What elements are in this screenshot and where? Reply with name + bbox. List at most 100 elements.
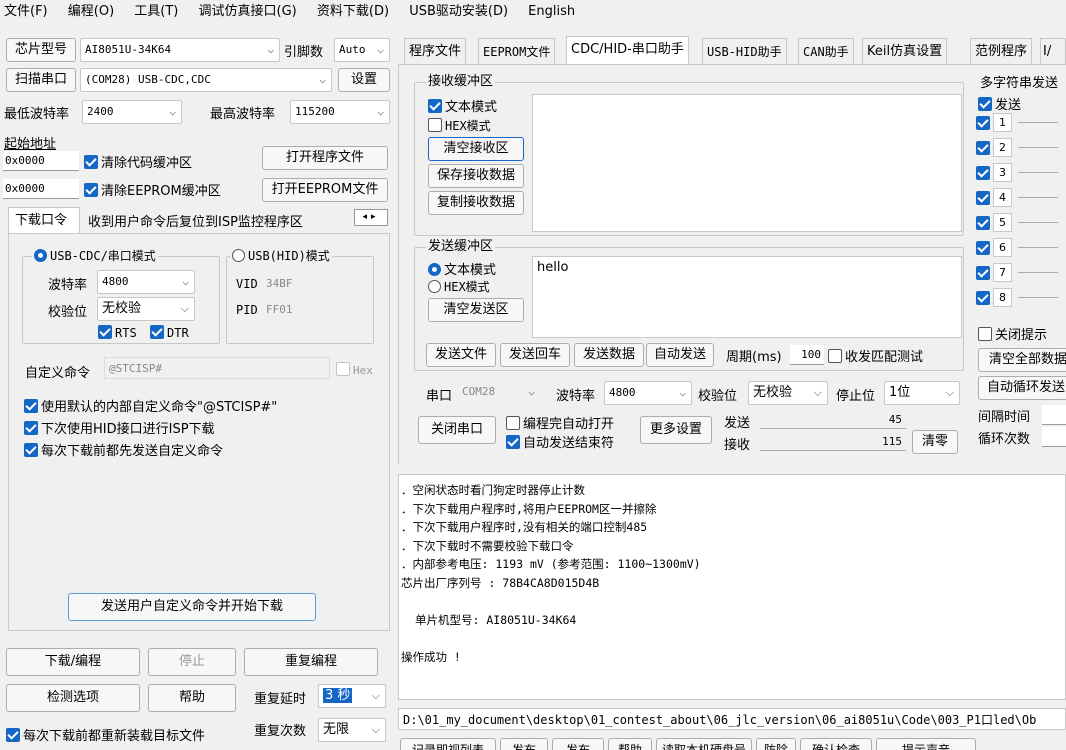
chip-model-select[interactable]: AI8051U-34K64 ⌵ — [80, 38, 280, 62]
clear-code-option[interactable]: 清除代码缓冲区 — [84, 152, 192, 171]
menu-english[interactable]: English — [528, 4, 575, 19]
multi-row-input[interactable] — [1018, 297, 1058, 298]
send-textarea[interactable]: hello — [532, 256, 962, 338]
clear-eeprom-checkbox[interactable] — [84, 183, 98, 197]
multi-row-input[interactable] — [1018, 122, 1058, 123]
close-tip-checkbox[interactable] — [978, 327, 992, 341]
serial-port-select[interactable]: COM28 ⌵ — [458, 381, 540, 405]
port-select[interactable]: (COM28) USB-CDC,CDC ⌵ — [80, 68, 332, 92]
multi-row-send-button[interactable]: 4 — [993, 188, 1012, 207]
bottom-bar-button[interactable]: 确认检查 — [800, 738, 872, 750]
multi-row-checkbox[interactable] — [976, 290, 990, 305]
menu-file[interactable]: 文件(F) — [4, 4, 48, 19]
recv-text-mode-option[interactable]: 文本模式 — [428, 96, 497, 115]
auto-send-button[interactable]: 自动发送 — [646, 343, 714, 367]
hex-option[interactable]: Hex — [336, 362, 373, 377]
multi-row-input[interactable] — [1018, 147, 1058, 148]
settings-button[interactable]: 设置 — [338, 68, 390, 92]
multi-row-checkbox[interactable] — [976, 265, 990, 280]
serial-baud-select[interactable]: 4800 ⌵ — [604, 381, 692, 405]
multi-row-send-button[interactable]: 7 — [993, 263, 1012, 282]
send-custom-command-button[interactable]: 发送用户自定义命令并开始下载 — [68, 593, 316, 621]
tab-can[interactable]: CAN助手 — [798, 38, 854, 64]
send-enter-button[interactable]: 发送回车 — [500, 343, 570, 367]
clear-code-checkbox[interactable] — [84, 155, 98, 169]
recv-hex-mode-option[interactable]: HEX模式 — [428, 117, 491, 134]
tab-cdc-hid-serial[interactable]: CDC/HID-串口助手 — [566, 36, 689, 66]
multi-row-send-button[interactable]: 6 — [993, 238, 1012, 257]
clear-send-button[interactable]: 清空发送区 — [428, 298, 524, 322]
log-output[interactable]: ．空闲状态时看门狗定时器停止计数 ．下次下载用户程序时,将用户EEPROM区一并擦… — [398, 474, 1066, 700]
file-path-field[interactable]: D:\01_my_document\desktop\01_contest_abo… — [398, 708, 1066, 730]
menu-usb-driver[interactable]: USB驱动安装(D) — [409, 4, 508, 19]
tab-usb-hid[interactable]: USB-HID助手 — [702, 38, 787, 64]
close-tip-option[interactable]: 关闭提示 — [978, 324, 1047, 343]
dl-baud-select[interactable]: 4800 ⌵ — [97, 270, 195, 294]
repeat-program-button[interactable]: 重复编程 — [244, 648, 378, 676]
clear-eeprom-option[interactable]: 清除EEPROM缓冲区 — [84, 180, 221, 199]
bottom-bar-button[interactable]: 帮助 — [608, 738, 652, 750]
clear-all-data-button[interactable]: 清空全部数据 — [978, 348, 1066, 372]
tab-examples[interactable]: 范例程序 — [970, 38, 1033, 64]
multi-row-send-button[interactable]: 3 — [993, 163, 1012, 182]
multi-row-checkbox[interactable] — [976, 240, 990, 255]
reload-option[interactable]: 每次下载前都重新装载目标文件 — [6, 725, 205, 744]
code-address-input[interactable]: 0x0000 — [3, 151, 79, 171]
tab-eeprom-file[interactable]: EEPROM文件 — [478, 38, 556, 64]
hid-isp-option[interactable]: 下次使用HID接口进行ISP下载 — [24, 418, 215, 437]
multi-send-checkbox[interactable] — [978, 97, 992, 111]
bottom-bar-button[interactable]: 发布 — [552, 738, 604, 750]
send-text-mode-option[interactable]: 文本模式 — [428, 259, 496, 278]
recv-text-mode-checkbox[interactable] — [428, 99, 442, 113]
more-settings-button[interactable]: 更多设置 — [640, 416, 712, 444]
match-test-option[interactable]: 收发匹配测试 — [828, 346, 923, 365]
multi-send-option[interactable]: 发送 — [978, 94, 1021, 113]
serial-stop-select[interactable]: 1位 ⌵ — [884, 381, 960, 405]
multi-row-input[interactable] — [1018, 222, 1058, 223]
download-program-button[interactable]: 下载/编程 — [6, 648, 140, 676]
clear-count-button[interactable]: 清零 — [912, 430, 958, 454]
copy-receive-button[interactable]: 复制接收数据 — [428, 191, 524, 215]
dtr-option[interactable]: DTR — [150, 325, 189, 340]
match-test-checkbox[interactable] — [828, 349, 842, 363]
hid-isp-checkbox[interactable] — [24, 421, 38, 435]
auto-open-option[interactable]: 编程完自动打开 — [506, 413, 614, 432]
max-baud-select[interactable]: 115200 ⌵ — [290, 100, 390, 124]
menu-download[interactable]: 资料下载(D) — [317, 4, 389, 19]
multi-row-send-button[interactable]: 2 — [993, 138, 1012, 157]
usb-cdc-option[interactable]: USB-CDC/串口模式 — [32, 248, 158, 265]
dtr-checkbox[interactable] — [150, 325, 164, 339]
scan-port-button[interactable]: 扫描串口 — [6, 68, 76, 92]
menu-tools[interactable]: 工具(T) — [134, 4, 178, 19]
bottom-bar-button[interactable]: 记录即视列表 — [400, 738, 496, 750]
receive-textarea[interactable] — [532, 94, 962, 232]
bottom-bar-button[interactable]: 发布 — [500, 738, 548, 750]
detect-options-button[interactable]: 检测选项 — [6, 684, 140, 712]
multi-row-checkbox[interactable] — [976, 165, 990, 180]
send-text-mode-radio[interactable] — [428, 263, 441, 276]
stop-button[interactable]: 停止 — [148, 648, 236, 676]
download-tab[interactable]: 下载口令 — [8, 207, 80, 234]
save-receive-button[interactable]: 保存接收数据 — [428, 164, 524, 188]
tab-program-file[interactable]: 程序文件 — [404, 38, 467, 64]
multi-row-input[interactable] — [1018, 197, 1058, 198]
rts-option[interactable]: RTS — [98, 325, 137, 340]
multi-row-send-button[interactable]: 8 — [993, 288, 1012, 307]
min-baud-select[interactable]: 2400 ⌵ — [82, 100, 182, 124]
open-program-button[interactable]: 打开程序文件 — [262, 146, 388, 170]
send-file-button[interactable]: 发送文件 — [426, 343, 496, 367]
hex-checkbox[interactable] — [336, 362, 350, 376]
clear-receive-button[interactable]: 清空接收区 — [428, 137, 524, 161]
pin-count-select[interactable]: Auto ⌵ — [334, 38, 390, 62]
multi-row-input[interactable] — [1018, 272, 1058, 273]
serial-parity-select[interactable]: 无校验 ⌵ — [748, 381, 828, 405]
loop-count-input[interactable]: 0 — [1042, 427, 1066, 447]
menu-program[interactable]: 编程(O) — [68, 4, 114, 19]
menu-debug[interactable]: 调试仿真接口(G) — [199, 4, 297, 19]
multi-row-send-button[interactable]: 1 — [993, 113, 1012, 132]
send-hex-mode-option[interactable]: HEX模式 — [428, 278, 490, 295]
auto-end-option[interactable]: 自动发送结束符 — [506, 432, 614, 451]
usb-hid-option[interactable]: USB(HID)模式 — [230, 248, 332, 265]
tab-scroll-buttons[interactable]: ◂▸ — [354, 209, 388, 226]
recv-hex-mode-checkbox[interactable] — [428, 118, 442, 132]
